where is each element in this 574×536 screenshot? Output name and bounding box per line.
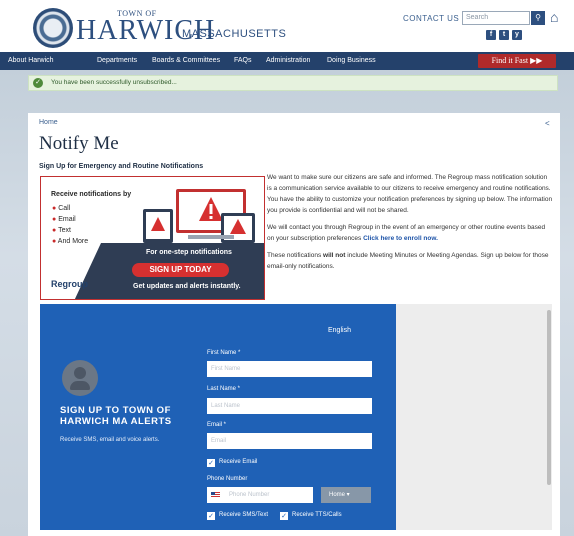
nav-boards-committees[interactable]: Boards & Committees (152, 57, 220, 64)
receive-tts-checkbox[interactable]: ✓ (280, 512, 288, 520)
email-label: Email * (207, 422, 227, 428)
promo-lead: Receive notifications by (51, 191, 132, 198)
twitter-icon[interactable]: t (499, 30, 509, 40)
language-select[interactable]: English (328, 327, 351, 334)
share-icon[interactable]: < (545, 119, 550, 128)
phone-type-select[interactable]: Home ▾ (321, 487, 371, 503)
site-header: TOWN OF HARWICH MASSACHUSETTS CONTACT US… (0, 0, 574, 52)
intro-paragraph-2: We will contact you through Regroup in t… (267, 224, 546, 242)
us-flag-icon[interactable] (211, 492, 220, 498)
receive-sms-label: Receive SMS/Text (219, 512, 269, 518)
promo-method: ● Text (52, 227, 71, 234)
nav-faqs[interactable]: FAQs (234, 57, 252, 64)
first-name-label: First Name * (207, 350, 241, 356)
promo-one-step: For one-step notifications (146, 249, 232, 256)
town-seal-logo[interactable] (33, 8, 73, 48)
receive-email-label: Receive Email (219, 459, 258, 465)
receive-email-checkbox[interactable]: ✓ (207, 459, 215, 467)
widget-subheading: Receive SMS, email and voice alerts. (60, 437, 160, 443)
intro-paragraph-3: These notifications will not include Mee… (267, 252, 549, 270)
page-title: Notify Me (39, 133, 119, 154)
devices-alert-icon (143, 189, 255, 243)
home-icon[interactable]: ⌂ (550, 9, 566, 25)
email-input[interactable]: Email (207, 433, 372, 449)
intro-paragraph-1: We want to make sure our citizens are sa… (267, 174, 553, 214)
last-name-label: Last Name * (207, 386, 241, 392)
first-name-input[interactable]: First Name (207, 361, 372, 377)
find-it-fast-button[interactable]: Find it Fast ▶▶ (478, 54, 556, 68)
facebook-icon[interactable]: f (486, 30, 496, 40)
search-input[interactable]: Search (462, 11, 530, 25)
last-name-input[interactable]: Last Name (207, 398, 372, 414)
check-circle-icon: ✓ (33, 78, 43, 88)
receive-tts-label: Receive TTS/Calls (292, 512, 342, 518)
logo-state: MASSACHUSETTS (182, 28, 287, 40)
youtube-icon[interactable]: y (512, 30, 522, 40)
nav-departments[interactable]: Departments (97, 57, 137, 64)
receive-sms-checkbox[interactable]: ✓ (207, 512, 215, 520)
promo-method: ● Email (52, 216, 76, 223)
page-subtitle: Sign Up for Emergency and Routine Notifi… (39, 163, 204, 170)
nav-administration[interactable]: Administration (266, 57, 310, 64)
avatar-icon (62, 360, 98, 396)
nav-about-harwich[interactable]: About Harwich (8, 57, 54, 64)
promo-methods-list: ● Call ● Email ● Text ● And More (52, 203, 88, 247)
search-icon[interactable]: ⚲ (531, 11, 545, 25)
regroup-promo-image[interactable]: Receive notifications by ● Call ● Email … (40, 176, 265, 300)
enroll-link[interactable]: Click here to enroll now. (363, 235, 438, 242)
widget-scroll-area (396, 304, 552, 530)
breadcrumb-home[interactable]: Home (39, 119, 58, 126)
widget-heading: SIGN UP TO TOWN OF HARWICH MA ALERTS (60, 405, 172, 427)
promo-method: ● Call (52, 205, 71, 212)
promo-tagline: Get updates and alerts instantly. (133, 283, 241, 290)
nav-doing-business[interactable]: Doing Business (327, 57, 376, 64)
widget-scrollbar[interactable] (547, 310, 551, 485)
regroup-logo: Regroup (51, 279, 88, 289)
success-alert: You have been successfully unsubscribed.… (28, 75, 558, 91)
contact-us-link[interactable]: CONTACT US (403, 14, 459, 23)
intro-text: We want to make sure our citizens are sa… (267, 172, 553, 278)
phone-label: Phone Number (207, 476, 248, 482)
phone-input[interactable]: Phone Number (207, 487, 313, 503)
sign-up-today-button[interactable]: SIGN UP TODAY (132, 263, 229, 277)
